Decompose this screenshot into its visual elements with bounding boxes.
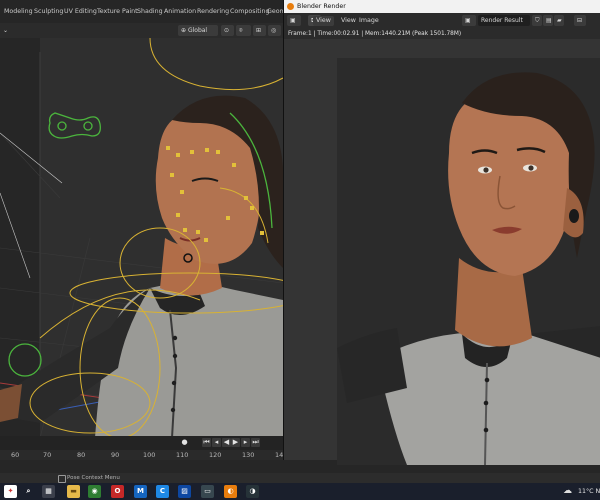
status-bar: Pose Context Menu — [0, 473, 600, 483]
tab-modeling[interactable]: Modeling — [4, 0, 33, 23]
render-info-text: Frame:1 | Time:00:02.91 | Mem:1440.21M (… — [288, 31, 462, 37]
frame-number: 90 — [111, 451, 120, 459]
mail-app-icon[interactable]: M — [134, 485, 147, 498]
file-explorer-icon[interactable]: ▬ — [67, 485, 80, 498]
chrome-icon[interactable]: ◉ — [88, 485, 101, 498]
tab-rendering[interactable]: Rendering — [197, 0, 229, 23]
play-reverse-icon[interactable]: ◀ — [222, 438, 231, 447]
image-browse-icon[interactable]: ▣ — [462, 15, 476, 26]
opera-icon[interactable]: O — [111, 485, 124, 498]
pivot-point-button[interactable]: ⊙ — [221, 25, 234, 36]
timeline-ruler[interactable]: 60 70 80 90 100 110 120 130 140 — [0, 450, 287, 460]
3d-viewport[interactable] — [0, 38, 283, 438]
camera-guide-line — [0, 132, 63, 184]
render-window-title: Blender Render — [297, 3, 346, 10]
tab-uv-editing[interactable]: UV Editing — [64, 0, 97, 23]
search-icon[interactable]: ⌕ — [22, 485, 35, 498]
frame-number: 70 — [43, 451, 52, 459]
frame-number: 60 — [11, 451, 20, 459]
next-keyframe-icon[interactable]: ▸ — [241, 438, 250, 447]
frame-number: 100 — [143, 451, 156, 459]
record-button[interactable]: ● — [180, 438, 189, 447]
viewport-header: ⌄ ⊕ Global ⊙ ⌾ ⊞ ◎ — [0, 23, 283, 39]
transform-orientation-dropdown[interactable]: ⊕ Global — [178, 25, 218, 36]
frame-number: 130 — [242, 451, 255, 459]
jump-start-icon[interactable]: ⏮ — [202, 438, 211, 447]
mascot-app-icon[interactable]: ✦ — [4, 485, 17, 498]
blender-logo-icon — [287, 3, 294, 10]
mouse-icon — [58, 475, 66, 483]
tab-compositing[interactable]: Compositing — [230, 0, 269, 23]
render-info-bar: Frame:1 | Time:00:02.91 | Mem:1440.21M (… — [284, 29, 600, 39]
view-menu[interactable]: View — [313, 16, 334, 26]
blender-taskbar-icon[interactable]: ◐ — [224, 485, 237, 498]
image-menu[interactable]: Image — [359, 16, 379, 26]
tab-shading[interactable]: Shading — [137, 0, 163, 23]
frame-number: 120 — [209, 451, 222, 459]
render-canvas[interactable] — [284, 39, 600, 465]
viewport-scene — [0, 38, 283, 438]
render-window-titlebar[interactable]: Blender Render — [284, 0, 600, 13]
editor-type-button[interactable]: ▣ — [287, 15, 301, 26]
photos-app-icon[interactable]: ▨ — [178, 485, 191, 498]
snap-target-button[interactable]: ⊞ — [253, 25, 266, 36]
view-options-icon[interactable]: ⊟ — [574, 15, 586, 26]
orientation-icon: ⊕ — [181, 27, 187, 34]
transform-orientation-label: Global — [187, 27, 208, 34]
frame-number: 80 — [77, 451, 86, 459]
view-menu-secondary[interactable]: View — [341, 16, 356, 26]
play-icon[interactable]: ▶ — [231, 438, 240, 447]
render-window: Blender Render ▣ ⧉ View View Image ▣ Ren… — [283, 0, 600, 465]
tab-animation[interactable]: Animation — [164, 0, 196, 23]
notes-app-icon[interactable]: ▭ — [201, 485, 214, 498]
timeline-controls: ● ⏮ ◂ ◀ ▶ ▸ ⏭ — [0, 436, 283, 450]
tab-texture-paint[interactable]: Texture Paint — [97, 0, 138, 23]
prev-keyframe-icon[interactable]: ◂ — [212, 438, 221, 447]
browser-app-icon[interactable]: C — [156, 485, 169, 498]
tab-sculpting[interactable]: Sculpting — [34, 0, 63, 23]
image-editor-header: ▣ ⧉ View View Image ▣ Render Result ⛉ ▤ … — [284, 13, 600, 29]
windows-taskbar: ✦ ⌕ ▦ ▬ ◉ O M C ▨ ▭ ◐ ◑ ☁ 11°C N — [0, 483, 600, 500]
blender-render-taskbar-icon[interactable]: ◑ — [246, 485, 259, 498]
proportional-editing-button[interactable]: ◎ — [268, 25, 281, 36]
fake-user-icon[interactable]: ⛉ — [532, 15, 542, 26]
mode-dropdown-arrow-icon[interactable]: ⌄ — [0, 25, 8, 36]
character-model — [0, 95, 283, 438]
new-image-icon[interactable]: ▤ — [543, 15, 553, 26]
weather-cloud-icon[interactable]: ☁ — [563, 486, 575, 496]
jump-end-icon[interactable]: ⏭ — [251, 438, 260, 447]
image-name-field[interactable]: Render Result — [478, 15, 530, 26]
weather-tray-text[interactable]: 11°C N — [578, 483, 600, 500]
render-result-image — [337, 58, 600, 465]
open-image-icon[interactable]: ▰ — [554, 15, 564, 26]
task-view-icon[interactable]: ▦ — [42, 485, 55, 498]
snap-toggle-button[interactable]: ⌾ — [236, 25, 251, 36]
frame-number: 110 — [176, 451, 189, 459]
status-text: Pose Context Menu — [67, 475, 120, 481]
